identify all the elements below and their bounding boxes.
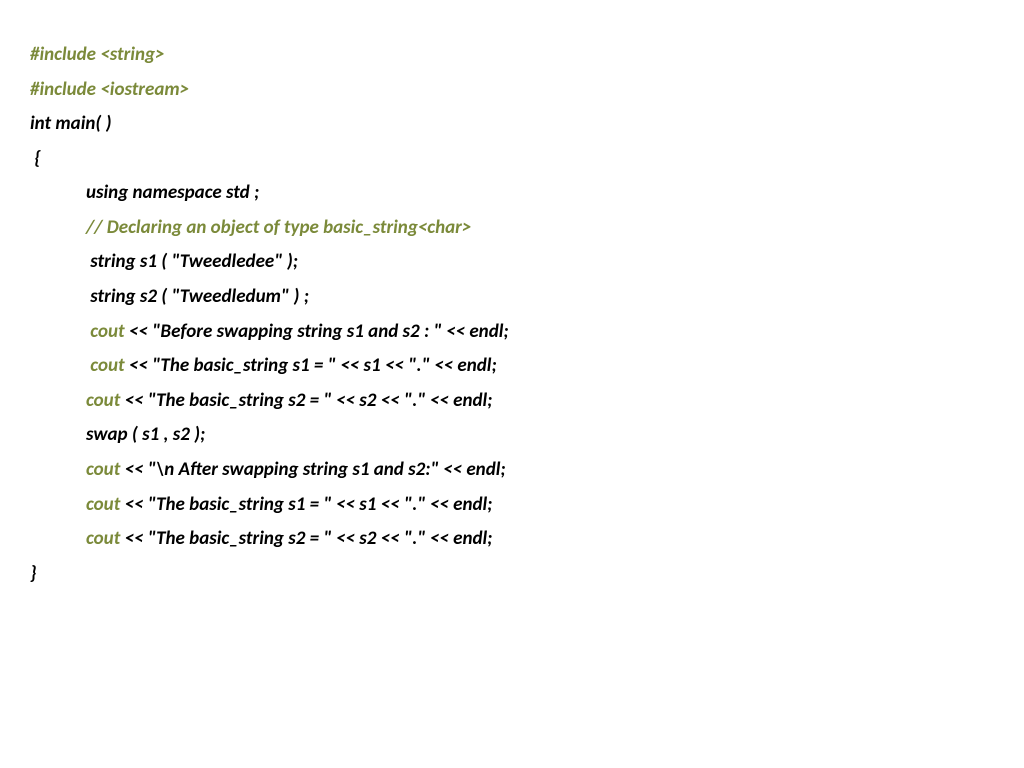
code-text: << "The basic_string s1 = " << s1 << "."… xyxy=(120,493,492,516)
code-line: swap ( s1 , s2 ); xyxy=(30,418,994,453)
code-text: << "The basic_string s1 = " << s1 << "."… xyxy=(125,354,497,377)
code-line: cout << "\n After swapping string s1 and… xyxy=(30,453,994,488)
code-block: #include <string> #include <iostream> in… xyxy=(30,38,994,591)
keyword-cout: cout xyxy=(86,320,125,343)
keyword-cout: cout xyxy=(86,493,120,516)
keyword-cout: cout xyxy=(86,389,120,412)
code-text: << "Before swapping string s1 and s2 : "… xyxy=(125,320,509,343)
code-line: } xyxy=(30,557,994,592)
code-line: int main( ) xyxy=(30,107,994,142)
code-line: #include <string> xyxy=(30,38,994,73)
code-line: cout << "The basic_string s1 = " << s1 <… xyxy=(30,349,994,384)
keyword-cout: cout xyxy=(86,354,125,377)
code-line: #include <iostream> xyxy=(30,73,994,108)
code-line: cout << "The basic_string s2 = " << s2 <… xyxy=(30,522,994,557)
code-line: using namespace std ; xyxy=(30,176,994,211)
code-line: cout << "The basic_string s1 = " << s1 <… xyxy=(30,488,994,523)
code-text: << "The basic_string s2 = " << s2 << "."… xyxy=(120,389,492,412)
code-line: cout << "The basic_string s2 = " << s2 <… xyxy=(30,384,994,419)
code-line: { xyxy=(30,142,994,177)
code-text: << "\n After swapping string s1 and s2:"… xyxy=(120,458,505,481)
keyword-cout: cout xyxy=(86,527,120,550)
code-line: string s2 ( "Tweedledum" ) ; xyxy=(30,280,994,315)
code-line: cout << "Before swapping string s1 and s… xyxy=(30,315,994,350)
code-line: string s1 ( "Tweedledee" ); xyxy=(30,245,994,280)
code-text: << "The basic_string s2 = " << s2 << "."… xyxy=(120,527,492,550)
code-line: // Declaring an object of type basic_str… xyxy=(30,211,994,246)
keyword-cout: cout xyxy=(86,458,120,481)
